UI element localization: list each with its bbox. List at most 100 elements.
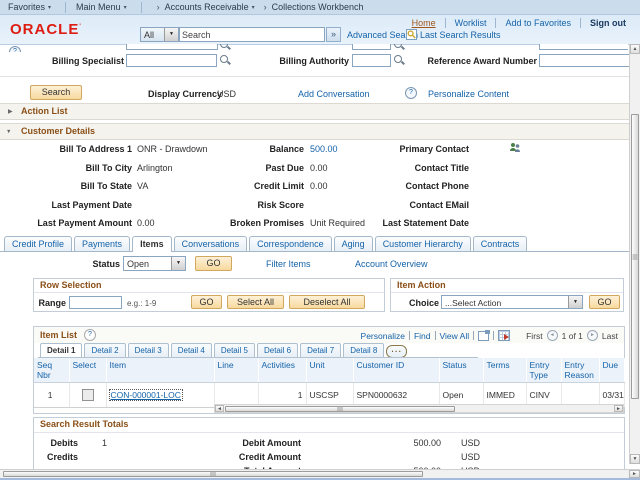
personalize-link[interactable]: Personalize: [361, 331, 405, 341]
breadcrumb-accounts-receivable[interactable]: Accounts Receivable: [165, 2, 249, 12]
vertical-scrollbar-thumb[interactable]: [631, 114, 639, 399]
pager-last-label[interactable]: Last: [602, 331, 618, 341]
clipped-input[interactable]: [352, 44, 391, 50]
action-list-section[interactable]: ▶ Action List: [0, 103, 629, 120]
pager-next-icon[interactable]: ►: [587, 330, 598, 341]
search-scope-value: All: [144, 30, 164, 40]
tab-payments[interactable]: Payments: [74, 236, 130, 251]
debit-amount-value: 500.00: [364, 438, 441, 448]
scroll-right-icon[interactable]: ►: [629, 470, 640, 478]
tab-aging[interactable]: Aging: [334, 236, 373, 251]
billing-specialist-lookup-icon[interactable]: [220, 55, 231, 66]
detail-tab-5[interactable]: Detail 5: [214, 343, 255, 358]
detail-tab-1[interactable]: Detail 1: [40, 343, 82, 358]
breadcrumb-separator-icon: ›: [264, 2, 267, 12]
detail-tab-4[interactable]: Detail 4: [171, 343, 212, 358]
tab-contracts[interactable]: Contracts: [473, 236, 528, 251]
detail-tab-6[interactable]: Detail 6: [257, 343, 298, 358]
column-header-select[interactable]: Select: [69, 358, 106, 383]
customer-details-section[interactable]: ▼ Customer Details: [0, 123, 629, 140]
status-select[interactable]: Open ▼: [123, 256, 186, 271]
scroll-down-icon[interactable]: ▼: [630, 454, 640, 464]
page-scrollbar-thumb[interactable]: [3, 471, 423, 477]
find-link[interactable]: Find: [414, 331, 431, 341]
column-header-line[interactable]: Line: [214, 358, 258, 383]
column-header-entry-reason[interactable]: Entry Reason: [561, 358, 599, 383]
reference-award-number-input[interactable]: [539, 54, 632, 67]
billing-authority-lookup-icon[interactable]: [394, 55, 405, 66]
detail-tab-8[interactable]: Detail 8: [343, 343, 384, 358]
sign-out-link[interactable]: Sign out: [590, 18, 626, 28]
item-action-select[interactable]: ...Select Action ▼: [441, 295, 583, 309]
item-action-go-button[interactable]: GO: [589, 295, 620, 309]
display-currency-label: Display Currency: [148, 89, 222, 99]
search-go-button[interactable]: »: [326, 27, 341, 42]
expanded-arrow-icon[interactable]: ▼: [6, 129, 11, 135]
column-header-activities[interactable]: Activities: [258, 358, 306, 383]
favorites-menu[interactable]: Favorites: [8, 2, 45, 12]
home-link[interactable]: Home: [412, 18, 436, 28]
tab-credit-profile[interactable]: Credit Profile: [4, 236, 72, 251]
column-header-item[interactable]: Item: [106, 358, 214, 383]
search-scope-select[interactable]: All ▼: [140, 27, 179, 42]
main-menu[interactable]: Main Menu: [76, 2, 121, 12]
main-tabs: Credit Profile Payments Items Conversati…: [0, 235, 629, 252]
add-conversation-link[interactable]: Add Conversation: [298, 89, 370, 99]
detail-tab-2[interactable]: Detail 2: [84, 343, 125, 358]
range-input[interactable]: [69, 296, 122, 309]
range-go-button[interactable]: GO: [191, 295, 222, 309]
clipped-input[interactable]: [539, 44, 628, 50]
detail-tab-3[interactable]: Detail 3: [128, 343, 169, 358]
divider: [580, 18, 581, 28]
tab-customer-hierarchy[interactable]: Customer Hierarchy: [375, 236, 471, 251]
last-search-results-link[interactable]: Last Search Results: [420, 30, 501, 40]
chevron-down-icon[interactable]: ▼: [171, 257, 185, 270]
item-list-help-icon[interactable]: ?: [84, 329, 96, 341]
chevron-down-icon[interactable]: ▼: [164, 28, 178, 41]
personalize-content-link[interactable]: Personalize Content: [428, 89, 509, 99]
scroll-left-icon[interactable]: ◄: [215, 405, 224, 412]
account-overview-link[interactable]: Account Overview: [355, 259, 428, 269]
select-all-button[interactable]: Select All: [227, 295, 284, 309]
column-header-unit[interactable]: Unit: [306, 358, 353, 383]
pager-first-label[interactable]: First: [526, 331, 543, 341]
view-all-link[interactable]: View All: [440, 331, 470, 341]
column-header-seq-nbr[interactable]: Seq Nbr: [34, 358, 69, 383]
popup-window-icon[interactable]: [478, 331, 489, 341]
item-link[interactable]: CON-000001-LOC: [110, 390, 182, 400]
add-to-favorites-link[interactable]: Add to Favorites: [505, 18, 571, 28]
column-header-customer-id[interactable]: Customer ID: [353, 358, 439, 383]
global-search-input[interactable]: [179, 27, 325, 42]
scroll-up-icon[interactable]: ▲: [630, 44, 640, 54]
tab-correspondence[interactable]: Correspondence: [249, 236, 332, 251]
chevron-down-icon[interactable]: ▼: [568, 296, 582, 308]
scroll-right-icon[interactable]: ►: [614, 405, 623, 412]
column-header-status[interactable]: Status: [439, 358, 483, 383]
worklist-link[interactable]: Worklist: [455, 18, 487, 28]
lookup-icon[interactable]: [394, 44, 405, 51]
search-button[interactable]: Search: [30, 85, 82, 100]
column-header-due[interactable]: Due: [599, 358, 624, 383]
table-scrollbar-thumb[interactable]: [225, 406, 455, 412]
clipped-input[interactable]: [126, 44, 218, 50]
detail-tab-7[interactable]: Detail 7: [300, 343, 341, 358]
billing-specialist-input[interactable]: [126, 54, 217, 67]
vertical-scrollbar: ▲ ▼: [629, 44, 640, 464]
deselect-all-button[interactable]: Deselect All: [289, 295, 365, 309]
column-header-terms[interactable]: Terms: [483, 358, 526, 383]
primary-contact-icon[interactable]: [509, 142, 521, 154]
tab-conversations[interactable]: Conversations: [174, 236, 248, 251]
pager-previous-icon[interactable]: ◄: [547, 330, 558, 341]
row-checkbox[interactable]: [82, 389, 94, 401]
help-icon[interactable]: ?: [9, 46, 21, 52]
status-go-button[interactable]: GO: [195, 256, 232, 271]
lookup-icon[interactable]: [220, 44, 231, 51]
column-header-entry-type[interactable]: Entry Type: [526, 358, 561, 383]
download-to-excel-icon[interactable]: [498, 330, 510, 341]
help-icon[interactable]: ?: [405, 87, 417, 99]
filter-items-link[interactable]: Filter Items: [266, 259, 311, 269]
billing-authority-input[interactable]: [352, 54, 391, 67]
tab-items[interactable]: Items: [132, 236, 172, 252]
display-currency-value: USD: [217, 89, 236, 99]
collapsed-arrow-icon[interactable]: ▶: [8, 108, 13, 115]
